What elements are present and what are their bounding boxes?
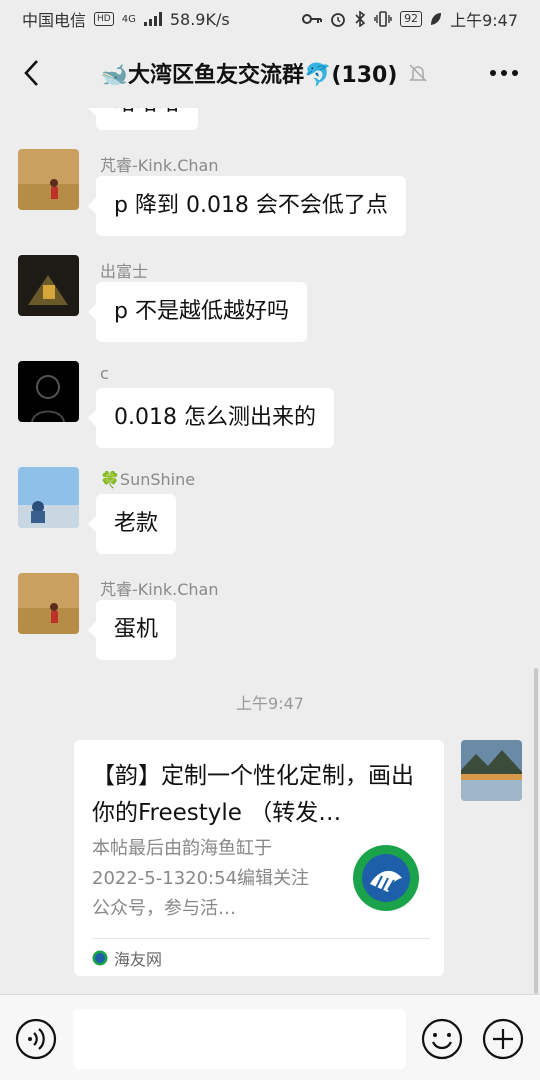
avatar[interactable] — [18, 149, 79, 210]
emoji-icon — [421, 1018, 463, 1060]
chat-title: 🐋大湾区鱼友交流群🐬(130) — [100, 63, 398, 88]
status-left: 中国电信 HD 4G 58.9K/s — [22, 7, 230, 31]
status-right: 92 上午9:47 — [302, 7, 518, 31]
message-bubble[interactable]: 蛋机 — [87, 600, 177, 660]
link-card-title: 【韵】定制一个性化定制，画出你的Freestyle （转发… — [92, 763, 414, 826]
network-label: 4G — [121, 13, 136, 25]
avatar[interactable] — [18, 255, 79, 316]
key-icon — [302, 14, 323, 24]
leaf-icon — [431, 13, 442, 25]
sender-name: 芃睿-Kink.Chan — [100, 580, 219, 599]
signal-icon — [143, 12, 162, 26]
battery-icon: 92 — [400, 11, 423, 27]
site-logo-icon — [353, 845, 419, 911]
link-card-source: 海友网 — [114, 950, 163, 969]
sender-name: c — [100, 364, 109, 383]
back-button[interactable] — [16, 53, 46, 93]
plus-icon — [482, 1018, 524, 1060]
avatar[interactable] — [18, 361, 79, 422]
net-speed: 58.9K/s — [169, 9, 230, 29]
input-bar — [0, 994, 540, 1080]
source-logo-icon — [92, 950, 108, 966]
voice-button[interactable] — [15, 1018, 57, 1060]
emoji-button[interactable] — [421, 1018, 463, 1060]
more-button[interactable] — [484, 53, 524, 93]
clock: 上午9:47 — [450, 11, 518, 30]
status-bar: 中国电信 HD 4G 58.9K/s 92 上午9:47 — [0, 0, 540, 38]
chat-header: 🐋大湾区鱼友交流群🐬(130) — [0, 38, 540, 108]
link-card-description: 本帖最后由韵海鱼缸于2022-5-1320:54编辑关注公众号，参与活… — [92, 838, 310, 919]
alarm-icon — [331, 13, 345, 27]
message-bubble[interactable]: 0.018 怎么测出来的 — [88, 388, 334, 448]
link-card-footer: 海友网 — [92, 938, 430, 977]
hd-badge: HD — [94, 12, 114, 26]
carrier-label: 中国电信 — [22, 11, 87, 30]
title-wrap: 🐋大湾区鱼友交流群🐬(130) — [101, 57, 430, 89]
message-bubble[interactable]: 哈哈哈 — [87, 108, 199, 130]
message-input[interactable] — [73, 1009, 406, 1069]
message-bubble[interactable]: 老款 — [87, 494, 177, 554]
link-card[interactable]: 【韵】定制一个性化定制，画出你的Freestyle （转发… 本帖最后由韵海鱼缸… — [74, 740, 444, 976]
avatar[interactable] — [18, 467, 79, 528]
message-bubble[interactable]: p 降到 0.018 会不会低了点 — [88, 176, 406, 236]
sender-name: 🍀SunShine — [100, 470, 196, 489]
voice-icon — [15, 1018, 57, 1060]
chat-area[interactable]: 哈哈哈 芃睿-Kink.Chan p 降到 0.018 会不会低了点 出富士 p… — [0, 108, 540, 994]
my-avatar[interactable] — [461, 740, 522, 801]
vibrate-icon — [374, 11, 392, 27]
mute-bell-icon — [409, 64, 428, 82]
avatar[interactable] — [18, 573, 79, 634]
message-bubble[interactable]: p 不是越低越好吗 — [88, 282, 307, 342]
bluetooth-icon — [355, 11, 366, 27]
more-functions-button[interactable] — [482, 1018, 524, 1060]
chevron-left-icon — [24, 60, 38, 86]
message-timestamp: 上午9:47 — [236, 694, 304, 713]
sender-name: 芃睿-Kink.Chan — [100, 156, 219, 175]
scrollbar[interactable] — [534, 668, 538, 994]
more-dots-icon — [489, 70, 518, 76]
sender-name: 出富士 — [100, 262, 149, 281]
